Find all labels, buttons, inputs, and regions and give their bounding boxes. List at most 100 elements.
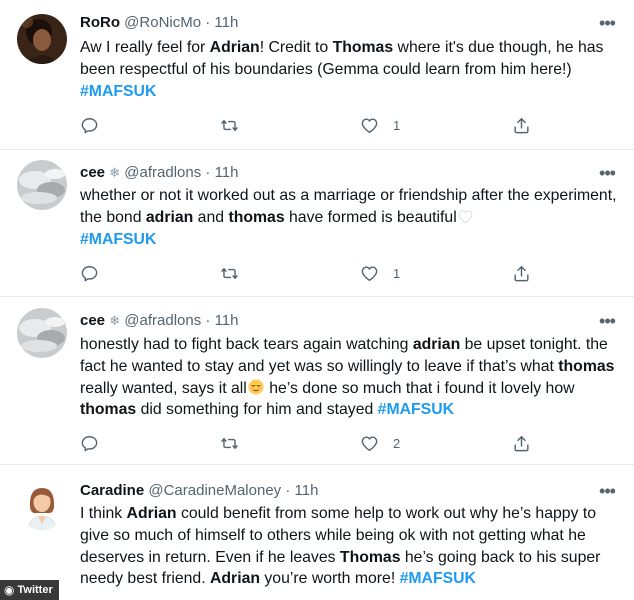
separator-dot: · bbox=[205, 164, 211, 181]
separator-dot: · bbox=[205, 312, 211, 329]
share-icon bbox=[514, 265, 529, 281]
highlighted-keyword: adrian bbox=[412, 336, 461, 353]
tweet-header: RoRo @RoNicMo · 11h bbox=[80, 13, 594, 33]
share-button[interactable] bbox=[512, 431, 531, 455]
like-button[interactable]: 2 bbox=[360, 431, 400, 455]
tweet-text-segment: and bbox=[193, 208, 229, 226]
highlighted-keyword: thomas bbox=[228, 208, 285, 226]
tweet-text-segment: I think bbox=[80, 505, 127, 522]
avatar-photo-icon bbox=[17, 160, 67, 210]
avatar[interactable] bbox=[17, 308, 67, 358]
reply-icon bbox=[81, 435, 98, 451]
retweet-button[interactable] bbox=[220, 261, 253, 285]
user-handle[interactable]: @afradlons bbox=[124, 312, 201, 329]
reply-icon bbox=[81, 117, 98, 133]
timestamp[interactable]: 11h bbox=[215, 164, 239, 181]
more-options-icon[interactable]: ••• bbox=[597, 163, 617, 183]
highlighted-keyword: Adrian bbox=[126, 505, 177, 522]
tweet-text-segment: he’s done so much that i found it lovely… bbox=[264, 379, 575, 397]
retweet-button[interactable] bbox=[220, 431, 253, 455]
retweet-icon bbox=[221, 119, 238, 131]
more-options-icon[interactable]: ••• bbox=[597, 13, 617, 33]
like-button[interactable]: 1 bbox=[360, 113, 400, 137]
reply-button[interactable] bbox=[80, 431, 113, 455]
share-button[interactable] bbox=[512, 113, 531, 137]
highlighted-keyword: thomas bbox=[558, 357, 615, 375]
more-options-icon[interactable]: ••• bbox=[597, 311, 617, 331]
share-icon bbox=[514, 117, 529, 133]
retweet-icon bbox=[221, 437, 238, 449]
reply-icon bbox=[81, 265, 98, 281]
tweet-header: Caradine @CaradineMaloney · 11h bbox=[80, 481, 594, 501]
avatar[interactable] bbox=[17, 14, 67, 64]
highlighted-keyword: Adrian bbox=[209, 39, 260, 56]
heart-icon bbox=[361, 117, 378, 133]
twitter-watermark: ◉ Twitter bbox=[0, 580, 59, 600]
display-name[interactable]: cee bbox=[80, 164, 105, 181]
tweet[interactable]: Caradine @CaradineMaloney · 11h ••• I th… bbox=[0, 465, 634, 600]
tweet-text: I think Adrian could benefit from some h… bbox=[80, 503, 620, 590]
user-handle[interactable]: @RoNicMo bbox=[124, 14, 201, 31]
highlighted-keyword: thomas bbox=[80, 401, 137, 419]
more-options-icon[interactable]: ••• bbox=[597, 481, 617, 501]
user-handle[interactable]: @CaradineMaloney bbox=[148, 482, 281, 499]
tweet-header: cee ❄ @afradlons · 11h bbox=[80, 311, 594, 331]
highlighted-keyword: adrian bbox=[145, 208, 194, 226]
tweet-text: whether or not it worked out as a marria… bbox=[80, 185, 620, 250]
hashtag-link[interactable]: #MAFSUK bbox=[80, 231, 156, 248]
tweet-actions: 1 bbox=[80, 113, 540, 137]
heart-icon bbox=[361, 435, 378, 451]
tweet-text-segment: you’re worth more! bbox=[260, 570, 400, 588]
share-button[interactable] bbox=[512, 261, 531, 285]
heart-icon bbox=[361, 265, 378, 281]
timestamp[interactable]: 11h bbox=[215, 312, 239, 329]
snowflake-icon: ❄ bbox=[109, 165, 121, 180]
retweet-icon bbox=[221, 267, 238, 279]
avatar-photo-icon bbox=[17, 14, 67, 64]
highlighted-keyword: Adrian bbox=[209, 570, 261, 588]
tweet-text: honestly had to fight back tears again w… bbox=[80, 334, 620, 421]
tweet-header: cee ❄ @afradlons · 11h bbox=[80, 163, 594, 183]
share-icon bbox=[514, 435, 529, 451]
tweet-text-segment: did something for him and stayed bbox=[136, 401, 378, 419]
watermark-label: Twitter bbox=[17, 584, 53, 596]
like-button[interactable]: 1 bbox=[360, 261, 400, 285]
tweet-actions: 1 bbox=[80, 261, 540, 285]
tweet[interactable]: cee ❄ @afradlons · 11h ••• honestly had … bbox=[0, 297, 634, 465]
hashtag-link[interactable]: #MAFSUK bbox=[80, 83, 156, 100]
tweet-text-segment: honestly had to fight back tears again w… bbox=[80, 336, 413, 353]
tweet-text-segment: ! Credit to bbox=[259, 39, 333, 56]
avatar[interactable] bbox=[17, 480, 67, 530]
tweet-text-segment: really wanted, says it all bbox=[80, 379, 247, 397]
tweet[interactable]: RoRo @RoNicMo · 11h ••• Aw I really feel… bbox=[0, 0, 634, 150]
reply-button[interactable] bbox=[80, 261, 113, 285]
avatar[interactable] bbox=[17, 160, 67, 210]
hashtag-link[interactable]: #MAFSUK bbox=[378, 401, 454, 418]
white-heart-emoji-icon bbox=[458, 210, 473, 224]
like-count: 1 bbox=[393, 117, 401, 133]
hashtag-link[interactable]: #MAFSUK bbox=[400, 570, 476, 587]
snowflake-icon: ❄ bbox=[109, 313, 121, 328]
tweet[interactable]: cee ❄ @afradlons · 11h ••• whether or no… bbox=[0, 150, 634, 297]
user-handle[interactable]: @afradlons bbox=[124, 164, 201, 181]
like-count: 2 bbox=[393, 435, 401, 451]
like-count: 1 bbox=[393, 265, 401, 281]
retweet-button[interactable] bbox=[220, 113, 253, 137]
display-name[interactable]: cee bbox=[80, 312, 105, 329]
separator-dot: · bbox=[205, 14, 211, 31]
display-name[interactable]: Caradine bbox=[80, 482, 144, 499]
tweet-text-segment: have formed is beautiful bbox=[284, 208, 457, 226]
tweet-text-segment: Aw I really feel for bbox=[80, 39, 210, 56]
highlighted-keyword: Thomas bbox=[339, 548, 401, 566]
tweet-text: Aw I really feel for Adrian! Credit to T… bbox=[80, 37, 620, 102]
highlighted-keyword: Thomas bbox=[332, 39, 394, 56]
avatar-photo-icon bbox=[17, 308, 67, 358]
reply-button[interactable] bbox=[80, 113, 113, 137]
avatar-illustration-icon bbox=[17, 480, 67, 530]
display-name[interactable]: RoRo bbox=[80, 14, 120, 31]
tweet-actions: 2 bbox=[80, 431, 540, 455]
camera-icon: ◉ bbox=[4, 583, 15, 597]
timestamp[interactable]: 11h bbox=[214, 14, 238, 31]
separator-dot: · bbox=[285, 482, 291, 499]
timestamp[interactable]: 11h bbox=[295, 482, 319, 499]
